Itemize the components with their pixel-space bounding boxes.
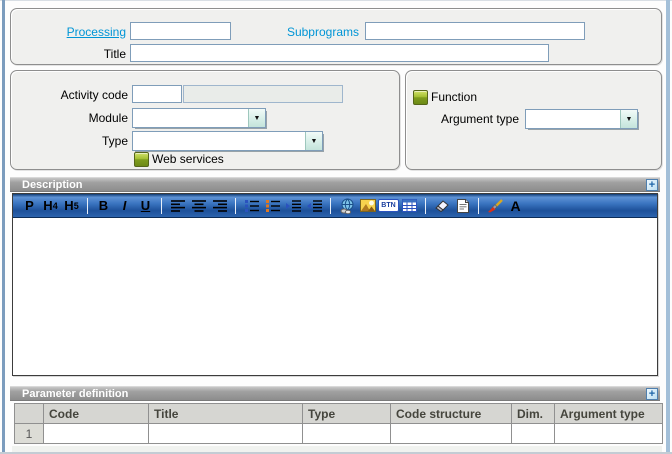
window-frame-right [666, 0, 670, 454]
paintbrush-icon[interactable] [484, 196, 505, 216]
function-label: Function [431, 90, 478, 104]
toolbar-separator [330, 197, 331, 214]
chevron-down-icon: ▼ [253, 114, 261, 122]
row-number-header [14, 403, 44, 424]
description-section-title: Description [22, 179, 83, 191]
subprograms-input[interactable] [365, 22, 585, 40]
cell-code-structure[interactable] [390, 423, 512, 444]
expand-section-icon[interactable]: + [646, 179, 658, 191]
underline-button[interactable]: U [135, 196, 156, 216]
source-document-icon[interactable] [452, 196, 473, 216]
row-number-cell[interactable]: 1 [14, 423, 44, 444]
numbered-list-icon[interactable] [262, 196, 283, 216]
description-text-area[interactable] [13, 218, 657, 375]
type-combo-button[interactable]: ▼ [305, 132, 322, 150]
window-frame-left [2, 0, 5, 454]
cell-type[interactable] [302, 423, 391, 444]
function-group-box: Function Argument type ▼ [405, 70, 662, 170]
insert-link-globe-icon[interactable] [336, 196, 357, 216]
column-header-type: Type [302, 403, 391, 424]
column-header-code-structure: Code structure [390, 403, 512, 424]
argument-type-combo[interactable]: ▼ [525, 109, 638, 129]
heading4-button[interactable]: H4 [40, 196, 61, 216]
activity-code-input[interactable] [132, 85, 182, 103]
bold-button[interactable]: B [93, 196, 114, 216]
argument-type-combo-button[interactable]: ▼ [620, 110, 637, 128]
paragraph-button[interactable]: P [19, 196, 40, 216]
type-combo[interactable]: ▼ [132, 131, 323, 151]
activity-code-description-field [183, 85, 343, 103]
module-combo[interactable]: ▼ [132, 108, 266, 128]
toolbar-separator [478, 197, 479, 214]
parameter-table-header-row: Code Title Type Code structure Dim. Argu… [14, 403, 663, 424]
title-input[interactable] [130, 44, 549, 62]
subprogram-form-window: Processing Subprograms Title Activity co… [0, 0, 672, 454]
eraser-icon[interactable] [431, 196, 452, 216]
expand-section-icon[interactable]: + [646, 388, 658, 400]
align-center-icon[interactable] [188, 196, 209, 216]
details-group-box: Activity code Module ▼ Type ▼ Web servic… [10, 70, 400, 170]
module-combo-value [136, 111, 247, 125]
module-label: Module [88, 111, 128, 125]
cell-title[interactable] [148, 423, 303, 444]
chevron-down-icon: ▼ [625, 115, 633, 123]
processing-link[interactable]: Processing [11, 25, 126, 39]
outdent-icon[interactable] [304, 196, 325, 216]
parameters-section-title: Parameter definition [22, 388, 129, 400]
column-header-dim: Dim. [511, 403, 555, 424]
web-services-label: Web services [152, 152, 224, 166]
toolbar-separator [425, 197, 426, 214]
align-right-icon[interactable] [209, 196, 230, 216]
column-header-title: Title [148, 403, 303, 424]
column-header-code: Code [43, 403, 149, 424]
column-header-argument-type: Argument type [554, 403, 663, 424]
italic-button[interactable]: I [114, 196, 135, 216]
toolbar-separator [161, 197, 162, 214]
chevron-down-icon: ▼ [310, 137, 318, 145]
subprograms-label: Subprograms [286, 25, 359, 39]
insert-table-icon[interactable] [399, 196, 420, 216]
font-color-button[interactable]: A [505, 196, 526, 216]
cell-code[interactable] [43, 423, 149, 444]
window-frame-top [0, 0, 672, 1]
indent-icon[interactable] [283, 196, 304, 216]
argument-type-label: Argument type [440, 112, 519, 126]
toolbar-separator [87, 197, 88, 214]
parameters-section-header: Parameter definition + [10, 386, 660, 401]
processing-input[interactable] [130, 22, 231, 40]
description-editor: P H4 H5 B I U BTN A [12, 193, 658, 376]
type-combo-value [136, 134, 304, 148]
activity-code-label: Activity code [60, 88, 128, 102]
cell-argument-type[interactable] [554, 423, 663, 444]
toolbar-separator [235, 197, 236, 214]
insert-image-icon[interactable] [357, 196, 378, 216]
bullet-list-icon[interactable] [241, 196, 262, 216]
argument-type-combo-value [529, 112, 619, 126]
heading5-button[interactable]: H5 [61, 196, 82, 216]
title-label: Title [103, 47, 126, 61]
description-section-header: Description + [10, 177, 660, 192]
align-left-icon[interactable] [167, 196, 188, 216]
insert-button-icon[interactable]: BTN [378, 196, 399, 216]
header-group-box: Processing Subprograms Title [10, 8, 662, 65]
module-combo-button[interactable]: ▼ [248, 109, 265, 127]
cell-dim[interactable] [511, 423, 555, 444]
web-services-checkbox[interactable] [134, 152, 149, 167]
function-checkbox[interactable] [413, 90, 428, 105]
parameter-table: Code Title Type Code structure Dim. Argu… [14, 403, 663, 444]
richtext-toolbar: P H4 H5 B I U BTN A [13, 194, 657, 218]
table-row: 1 [14, 423, 663, 444]
type-label: Type [101, 134, 128, 148]
